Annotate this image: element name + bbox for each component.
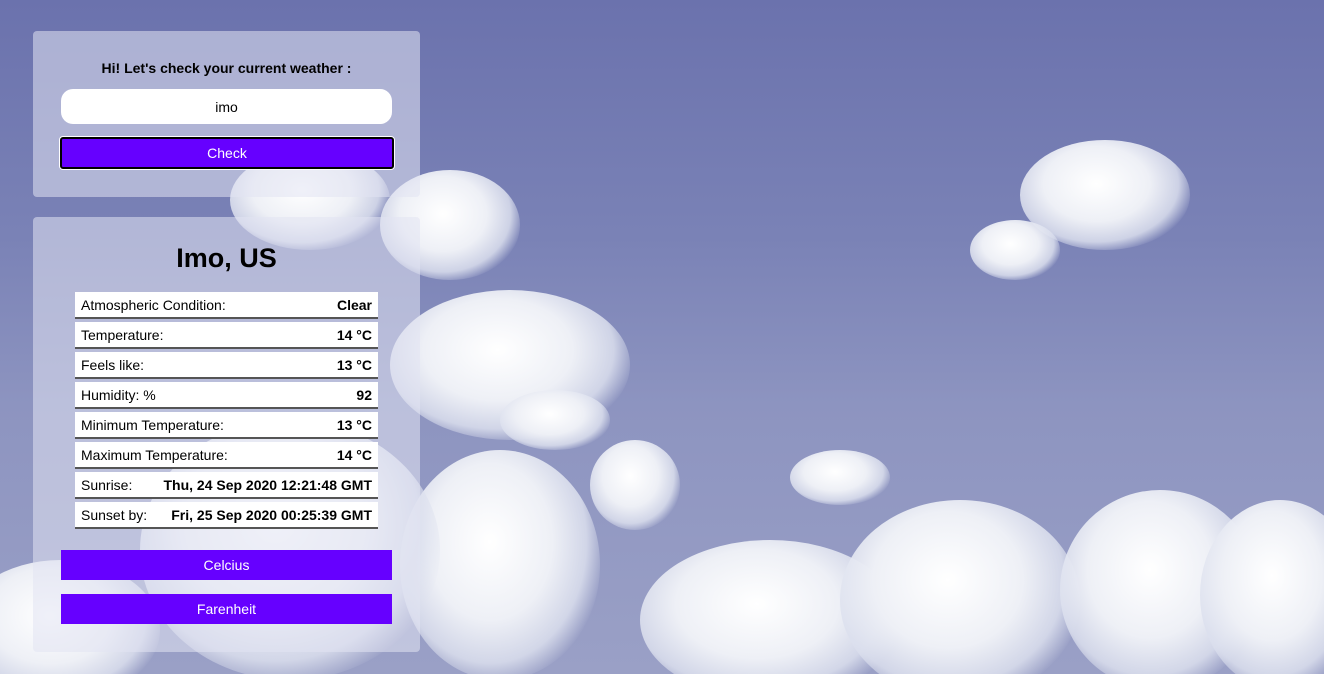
info-row-sunrise: Sunrise: Thu, 24 Sep 2020 12:21:48 GMT [75, 472, 378, 499]
info-value: 14 °C [336, 446, 372, 463]
greeting-text: Hi! Let's check your current weather : [101, 60, 352, 76]
info-label: Temperature: [81, 326, 164, 343]
cloud [840, 500, 1080, 674]
info-row-humidity: Humidity: % 92 [75, 382, 378, 409]
info-label: Sunrise: [81, 476, 133, 493]
info-value: 92 [356, 386, 372, 403]
info-value: 14 °C [336, 326, 372, 343]
info-row-sunset: Sunset by: Fri, 25 Sep 2020 00:25:39 GMT [75, 502, 378, 529]
info-label: Humidity: % [81, 386, 156, 403]
search-panel: Hi! Let's check your current weather : C… [33, 31, 420, 197]
cloud [590, 440, 680, 530]
city-input[interactable] [61, 89, 392, 124]
info-label: Feels like: [81, 356, 145, 373]
celsius-button[interactable]: Celcius [61, 550, 392, 580]
info-row-condition: Atmospheric Condition: Clear [75, 292, 378, 319]
info-label: Atmospheric Condition: [81, 296, 226, 313]
weather-result-panel: Imo, US Atmospheric Condition: Clear Tem… [33, 217, 420, 652]
info-label: Minimum Temperature: [81, 416, 224, 433]
info-row-min-temperature: Minimum Temperature: 13 °C [75, 412, 378, 439]
check-button[interactable]: Check [60, 137, 394, 169]
info-value: 13 °C [336, 356, 372, 373]
info-value: Clear [336, 296, 372, 313]
fahrenheit-button[interactable]: Farenheit [61, 594, 392, 624]
info-row-max-temperature: Maximum Temperature: 14 °C [75, 442, 378, 469]
info-row-feels-like: Feels like: 13 °C [75, 352, 378, 379]
cloud [790, 450, 890, 505]
info-value: Thu, 24 Sep 2020 12:21:48 GMT [163, 476, 372, 493]
cloud [500, 390, 610, 450]
info-row-temperature: Temperature: 14 °C [75, 322, 378, 349]
info-label: Sunset by: [81, 506, 148, 523]
info-value: 13 °C [336, 416, 372, 433]
cloud [970, 220, 1060, 280]
weather-info-table: Atmospheric Condition: Clear Temperature… [75, 292, 378, 532]
info-value: Fri, 25 Sep 2020 00:25:39 GMT [171, 506, 372, 523]
location-title: Imo, US [176, 243, 277, 273]
info-label: Maximum Temperature: [81, 446, 228, 463]
